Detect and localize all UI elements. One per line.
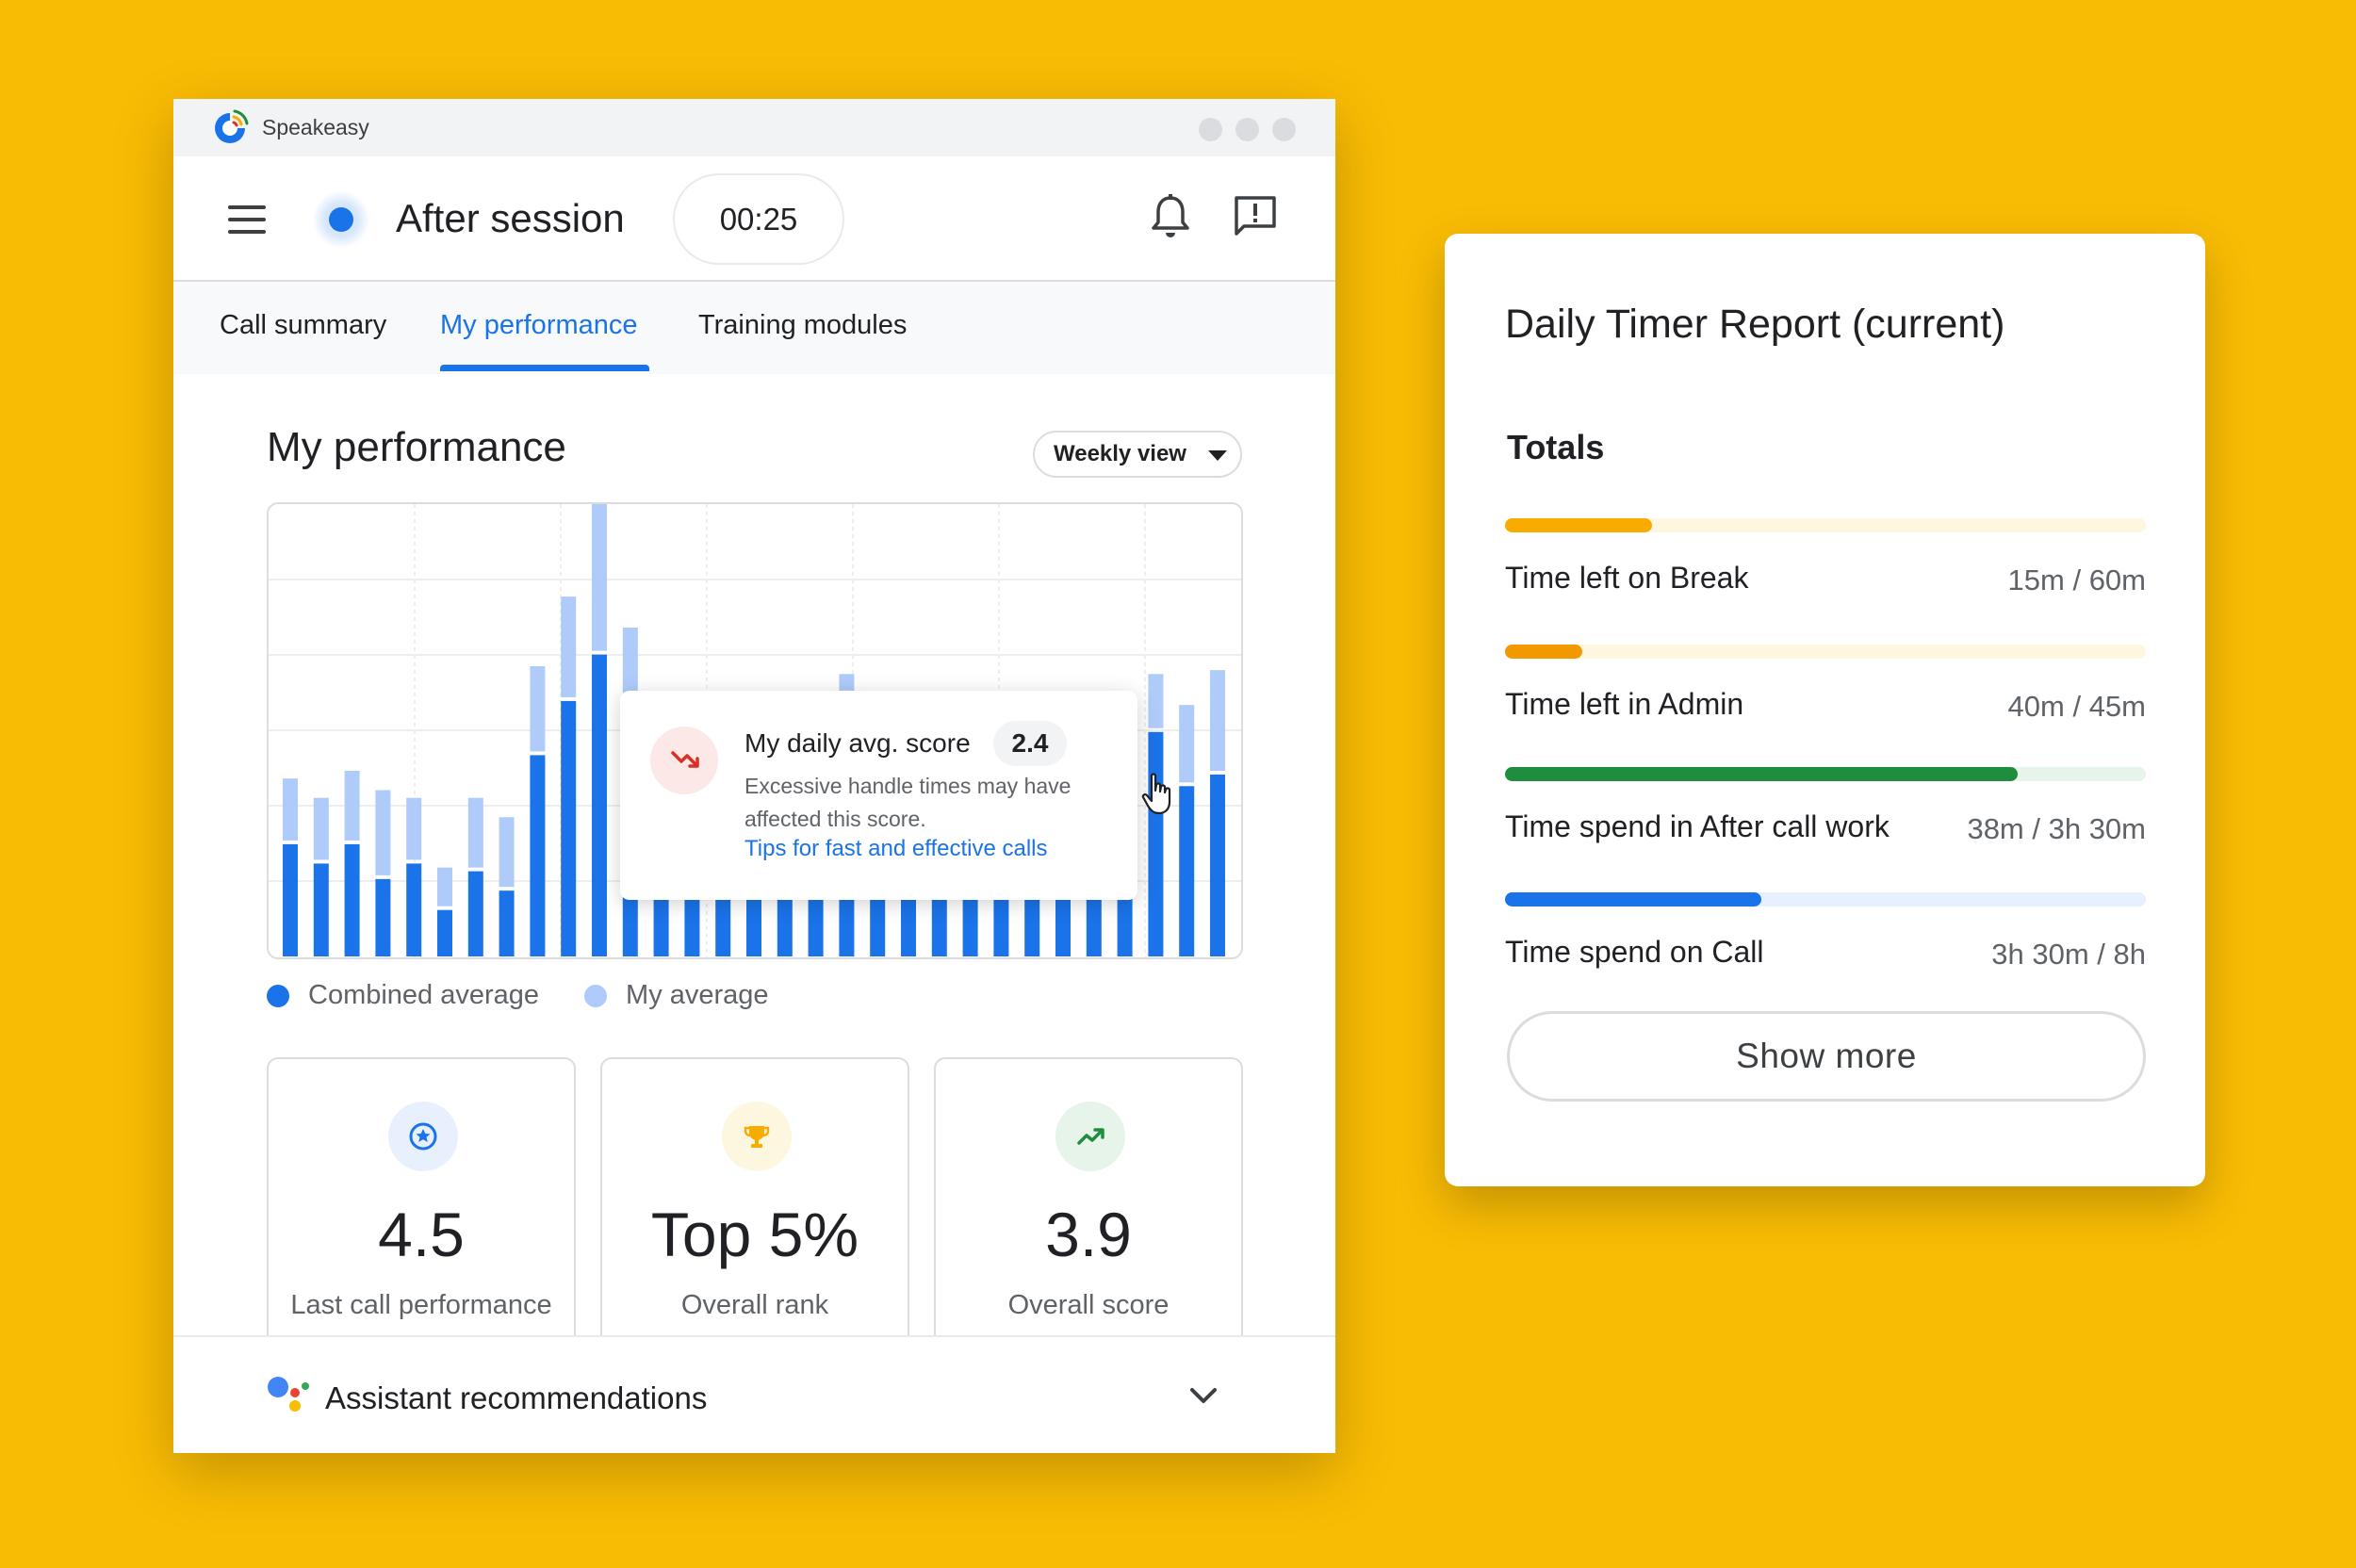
timer-row-label: Time left in Admin xyxy=(1505,687,1744,721)
chevron-down-icon[interactable] xyxy=(1188,1386,1219,1407)
stat-label: Overall rank xyxy=(680,1290,829,1320)
view-select-value: Weekly view xyxy=(1054,441,1186,466)
bar-my-average[interactable] xyxy=(561,596,577,697)
assistant-icon xyxy=(267,1375,312,1416)
timer-row-value: 40m / 45m xyxy=(2007,690,2146,723)
bar-my-average[interactable] xyxy=(437,867,452,906)
bar-my-average[interactable] xyxy=(313,797,329,860)
tooltip-title: My daily avg. score xyxy=(744,728,971,758)
show-more-button[interactable]: Show more xyxy=(1507,1011,2146,1102)
timer-report-title: Daily Timer Report (current) xyxy=(1505,302,2005,347)
bar-my-average[interactable] xyxy=(1179,705,1195,783)
timer-row-admin: Time left in Admin 40m / 45m xyxy=(1505,645,2146,748)
trophy-icon xyxy=(722,1102,792,1171)
bar-combined-average[interactable] xyxy=(467,871,483,956)
bar-my-average[interactable] xyxy=(283,778,298,841)
bar-combined-average[interactable] xyxy=(344,843,360,956)
legend-label-combined: Combined average xyxy=(308,980,540,1010)
legend-dot-mine xyxy=(584,984,608,1007)
progress-fill xyxy=(1505,892,1761,906)
bar-my-average[interactable] xyxy=(530,666,546,752)
bar-my-average[interactable] xyxy=(1210,670,1225,771)
bar-my-average[interactable] xyxy=(375,790,391,875)
chart-tooltip: My daily avg. score 2.4 Excessive handle… xyxy=(620,691,1137,900)
tips-link[interactable]: Tips for fast and effective calls xyxy=(744,836,1047,862)
tooltip-description: Excessive handle times may have affected… xyxy=(744,774,1072,831)
chart-legend: Combined average My average xyxy=(267,980,814,1011)
progress-track xyxy=(1505,645,2146,659)
stat-card-last-call: 4.5 Last call performance xyxy=(267,1057,576,1359)
stat-value: Top 5% xyxy=(650,1200,859,1269)
timer-row-break: Time left on Break 15m / 60m xyxy=(1505,518,2146,622)
bar-combined-average[interactable] xyxy=(592,654,607,956)
timer-row-after-call-work: Time spend in After call work 38m / 3h 3… xyxy=(1505,767,2146,871)
assistant-label: Assistant recommendations xyxy=(325,1380,708,1415)
timer-row-value: 3h 30m / 8h xyxy=(1991,938,2146,971)
progress-fill xyxy=(1505,645,1582,659)
caret-down-icon xyxy=(1208,450,1227,461)
assistant-recommendations-bar[interactable]: Assistant recommendations xyxy=(173,1335,1335,1453)
timer-row-value: 15m / 60m xyxy=(2007,564,2146,596)
stat-card-overall-rank: Top 5% Overall rank xyxy=(600,1057,909,1359)
bar-combined-average[interactable] xyxy=(406,863,422,956)
bar-combined-average[interactable] xyxy=(530,755,546,956)
hand-cursor-icon xyxy=(1139,772,1177,817)
stat-label: Last call performance xyxy=(290,1290,552,1320)
trending-up-icon xyxy=(1055,1102,1125,1171)
legend-label-mine: My average xyxy=(626,980,769,1010)
stat-value: 3.9 xyxy=(1045,1200,1132,1269)
bar-my-average[interactable] xyxy=(344,770,360,841)
bar-combined-average[interactable] xyxy=(1210,774,1225,956)
progress-fill xyxy=(1505,518,1653,532)
legend-item-mine: My average xyxy=(584,980,769,1011)
star-badge-icon xyxy=(388,1102,458,1171)
bar-my-average[interactable] xyxy=(1148,674,1164,728)
daily-timer-report-card: Daily Timer Report (current) Totals Time… xyxy=(1445,234,2205,1186)
bar-my-average[interactable] xyxy=(592,504,607,651)
bar-combined-average[interactable] xyxy=(1148,731,1164,956)
trending-down-icon xyxy=(650,727,718,794)
timer-row-value: 38m / 3h 30m xyxy=(1967,812,2146,845)
bar-combined-average[interactable] xyxy=(375,878,391,956)
bar-combined-average[interactable] xyxy=(1179,786,1195,956)
bar-combined-average[interactable] xyxy=(283,843,298,956)
timer-row-call: Time spend on Call 3h 30m / 8h xyxy=(1505,892,2146,996)
stat-card-overall-score: 3.9 Overall score xyxy=(934,1057,1243,1359)
progress-fill xyxy=(1505,767,2018,781)
bar-my-average[interactable] xyxy=(406,797,422,860)
section-title: My performance xyxy=(267,424,566,470)
bar-combined-average[interactable] xyxy=(437,909,452,956)
stat-value: 4.5 xyxy=(378,1200,465,1269)
bar-my-average[interactable] xyxy=(467,797,483,868)
timer-row-label: Time spend in After call work xyxy=(1505,809,1890,843)
bar-my-average[interactable] xyxy=(499,817,515,888)
timer-report-subtitle: Totals xyxy=(1507,428,1605,466)
legend-item-combined: Combined average xyxy=(267,980,539,1011)
bar-combined-average[interactable] xyxy=(313,863,329,956)
view-select-dropdown[interactable]: Weekly view xyxy=(1033,431,1242,478)
bar-combined-average[interactable] xyxy=(499,890,515,956)
legend-dot-combined xyxy=(267,984,289,1007)
tooltip-score: 2.4 xyxy=(993,721,1067,766)
timer-row-label: Time spend on Call xyxy=(1505,935,1764,969)
stat-label: Overall score xyxy=(1007,1290,1170,1320)
timer-row-label: Time left on Break xyxy=(1505,561,1749,595)
bar-combined-average[interactable] xyxy=(561,700,577,956)
